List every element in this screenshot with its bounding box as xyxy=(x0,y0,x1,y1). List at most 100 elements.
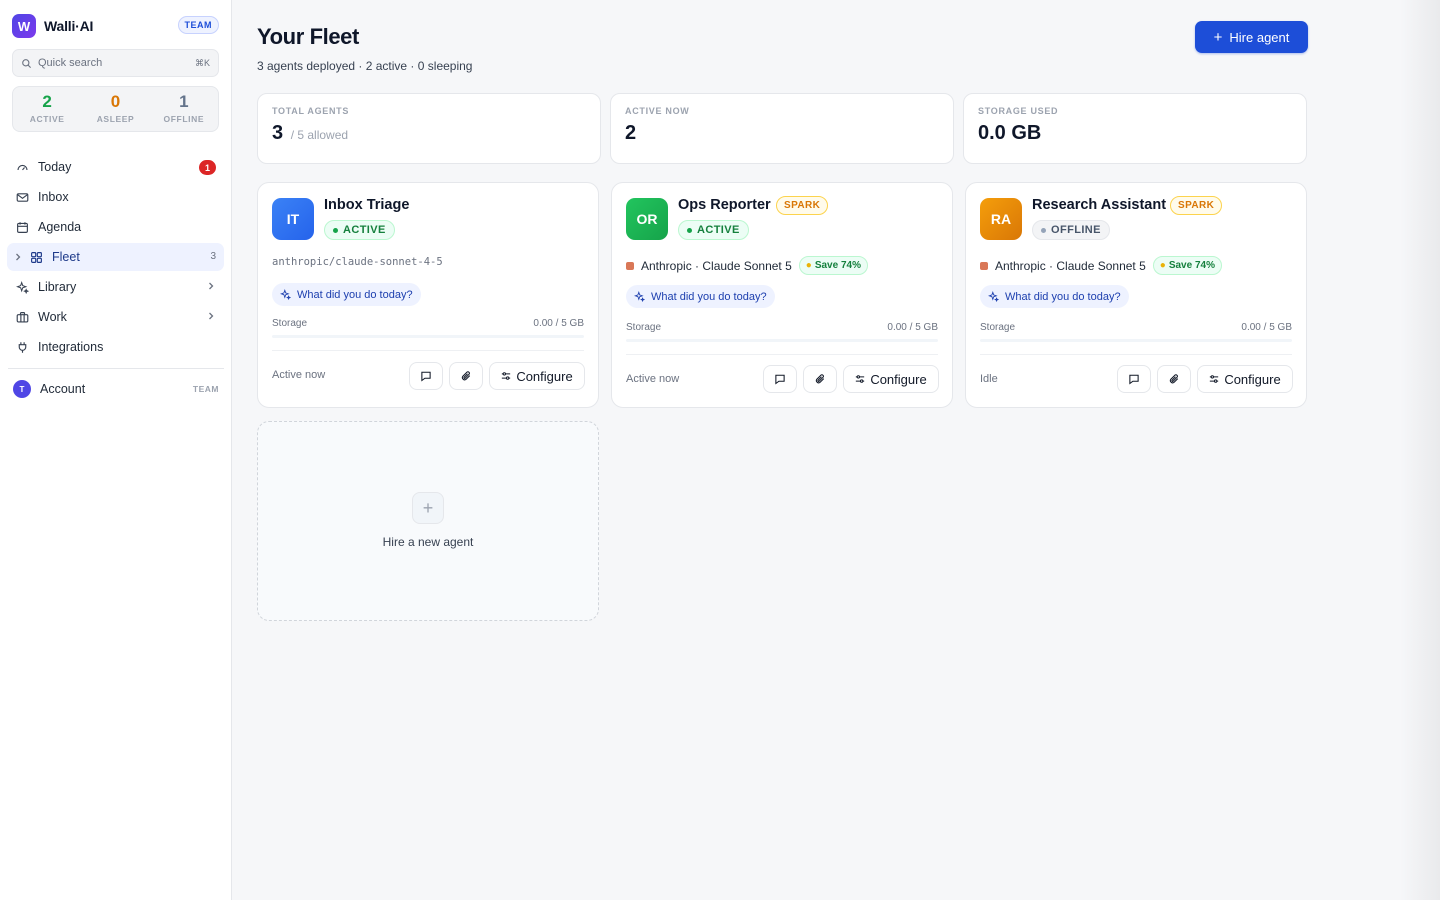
divider xyxy=(8,368,224,369)
sidebar-item-work[interactable]: Work xyxy=(7,303,224,331)
chevron-right-icon[interactable] xyxy=(13,252,23,262)
provider-icon xyxy=(626,261,634,270)
sidebar: W Walli·AI TEAM Quick search ⌘K 2 ACTIVE… xyxy=(0,0,232,900)
savings-badge: ● Save 74% xyxy=(798,256,868,275)
agent-name[interactable]: Ops Reporter xyxy=(678,197,771,213)
summary-sub: / 5 allowed xyxy=(290,128,349,142)
status-badge: OFFLINE xyxy=(1032,220,1110,240)
configure-button[interactable]: Configure xyxy=(843,365,939,393)
savings-text: Save 74% xyxy=(814,260,861,271)
sidebar-item-inbox[interactable]: Inbox xyxy=(7,183,224,211)
storage-bar xyxy=(272,335,584,338)
stat-asleep-label: ASLEEP xyxy=(96,114,135,124)
sliders-icon xyxy=(1210,375,1219,383)
divider xyxy=(626,354,938,355)
sparkle-icon xyxy=(634,291,645,302)
status-text: ACTIVE xyxy=(697,224,740,236)
divider xyxy=(272,350,584,351)
attach-button[interactable] xyxy=(1157,365,1191,393)
sidebar-item-label: Today xyxy=(38,160,72,174)
attach-button[interactable] xyxy=(449,362,483,390)
prompt-text: What did you do today? xyxy=(651,290,767,303)
summary-total-agents: TOTAL AGENTS 3 / 5 allowed xyxy=(257,93,601,164)
brand-logo: W xyxy=(12,14,36,38)
agent-model-row: Anthropic · Claude Sonnet 5 ● Save 74% xyxy=(626,256,868,275)
agent-avatar: OR xyxy=(626,198,668,240)
configure-label: Configure xyxy=(870,371,927,387)
prompt-chip[interactable]: What did you do today? xyxy=(626,285,775,308)
status-text: OFFLINE xyxy=(1051,224,1101,236)
account-menu[interactable]: T Account TEAM xyxy=(13,379,219,399)
chat-button[interactable] xyxy=(1117,365,1151,393)
search-input[interactable]: Quick search ⌘K xyxy=(12,49,219,77)
chat-icon xyxy=(775,374,785,385)
paperclip-icon xyxy=(815,374,825,384)
agent-card-ops-reporter[interactable]: OR Ops Reporter SPARK ACTIVE Anthropic ·… xyxy=(611,182,953,408)
agent-card-inbox-triage[interactable]: IT Inbox Triage ACTIVE anthropic/claude-… xyxy=(257,182,599,408)
agent-activity: Active now xyxy=(272,369,326,381)
status-badge: ACTIVE xyxy=(678,220,749,240)
sliders-icon xyxy=(502,372,511,380)
storage-value: 0.00 / 5 GB xyxy=(533,318,584,329)
agent-name[interactable]: Research Assistant xyxy=(1032,197,1166,213)
summary-active-now: ACTIVE NOW 2 xyxy=(610,93,954,164)
sidebar-item-library[interactable]: Library xyxy=(7,273,224,301)
sidebar-item-today[interactable]: Today 1 xyxy=(7,153,224,181)
agent-activity: Idle xyxy=(980,373,998,385)
plug-icon xyxy=(15,340,29,354)
stat-active-label: ACTIVE xyxy=(29,114,65,124)
page-subtitle: 3 agents deployed · 2 active · 0 sleepin… xyxy=(257,59,473,73)
status-text: ACTIVE xyxy=(343,224,386,236)
notification-badge: 1 xyxy=(199,160,216,175)
avatar: T xyxy=(13,380,31,398)
plan-badge: TEAM xyxy=(177,16,219,34)
tier-badge: SPARK xyxy=(1170,196,1223,215)
account-label: Account xyxy=(40,382,86,396)
stat-active[interactable]: 2 ACTIVE xyxy=(13,87,81,131)
status-dot xyxy=(1041,227,1046,233)
stat-asleep[interactable]: 0 ASLEEP xyxy=(81,87,149,131)
configure-button[interactable]: Configure xyxy=(1197,365,1293,393)
sidebar-item-integrations[interactable]: Integrations xyxy=(7,333,224,361)
brand[interactable]: W Walli·AI xyxy=(12,14,93,38)
storage-label: Storage xyxy=(980,322,1016,333)
storage-label: Storage xyxy=(626,322,662,333)
agent-avatar: RA xyxy=(980,198,1022,240)
agent-avatar: IT xyxy=(272,198,314,240)
prompt-chip[interactable]: What did you do today? xyxy=(980,285,1129,308)
search-placeholder: Quick search xyxy=(38,57,103,69)
divider xyxy=(980,354,1292,355)
stat-offline-value: 1 xyxy=(179,92,189,111)
stat-offline[interactable]: 1 OFFLINE xyxy=(150,87,218,131)
storage-bar xyxy=(626,339,938,342)
agent-activity: Active now xyxy=(626,373,680,385)
paperclip-icon xyxy=(1169,374,1179,384)
summary-value: 0.0 GB xyxy=(978,122,1042,144)
chat-button[interactable] xyxy=(763,365,797,393)
chat-button[interactable] xyxy=(409,362,443,390)
agent-model-row: Anthropic · Claude Sonnet 5 ● Save 74% xyxy=(980,256,1222,275)
hire-agent-button[interactable]: + Hire agent xyxy=(1195,21,1308,53)
stat-active-value: 2 xyxy=(42,92,52,111)
provider-icon xyxy=(980,261,988,270)
agent-model: anthropic/claude-sonnet-4-5 xyxy=(272,256,443,268)
storage-label: Storage xyxy=(272,318,308,329)
prompt-chip[interactable]: What did you do today? xyxy=(272,283,421,306)
configure-button[interactable]: Configure xyxy=(489,362,585,390)
search-icon xyxy=(22,58,32,68)
plus-icon: + xyxy=(412,492,444,524)
calendar-icon xyxy=(15,220,29,234)
hire-new-agent-card[interactable]: + Hire a new agent xyxy=(257,421,599,621)
status-dot xyxy=(687,227,692,233)
savings-text: Save 74% xyxy=(1168,260,1215,271)
agent-card-research-assistant[interactable]: RA Research Assistant SPARK OFFLINE Anth… xyxy=(965,182,1307,408)
sparkle-icon xyxy=(280,289,291,300)
sidebar-item-agenda[interactable]: Agenda xyxy=(7,213,224,241)
attach-button[interactable] xyxy=(803,365,837,393)
storage-bar xyxy=(980,339,1292,342)
status-dot xyxy=(333,227,338,233)
lightbulb-icon: ● xyxy=(805,260,812,271)
sidebar-item-fleet[interactable]: Fleet 3 xyxy=(7,243,224,271)
agent-name[interactable]: Inbox Triage xyxy=(324,197,409,213)
chat-icon xyxy=(1129,374,1139,385)
